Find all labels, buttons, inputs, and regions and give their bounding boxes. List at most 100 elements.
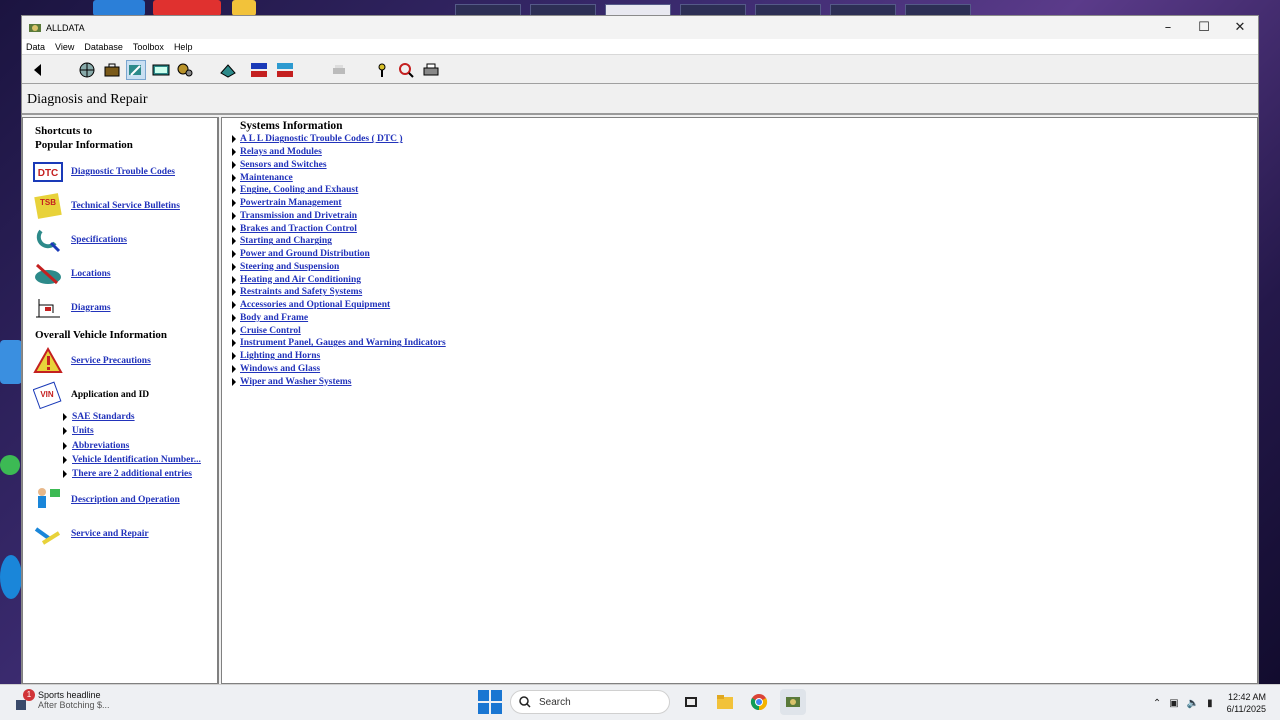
home-button[interactable] bbox=[77, 60, 97, 80]
list-item[interactable]: Relays and Modules bbox=[232, 146, 446, 159]
list-item[interactable]: Lighting and Horns bbox=[232, 350, 446, 363]
system-link[interactable]: Instrument Panel, Gauges and Warning Ind… bbox=[240, 338, 446, 348]
clock[interactable]: 12:42 AM 6/11/2025 bbox=[1227, 691, 1266, 715]
system-link[interactable]: Heating and Air Conditioning bbox=[240, 275, 361, 285]
list-item[interactable]: Starting and Charging bbox=[232, 235, 446, 248]
list-item[interactable]: Heating and Air Conditioning bbox=[232, 273, 446, 286]
print-button-disabled[interactable] bbox=[329, 60, 349, 80]
shortcut-tsb[interactable]: TSB Technical Service Bulletins bbox=[33, 191, 180, 221]
list-item[interactable]: Accessories and Optional Equipment bbox=[232, 299, 446, 312]
file-explorer-button[interactable] bbox=[712, 689, 738, 715]
list-item[interactable]: Powertrain Management bbox=[232, 197, 446, 210]
list-item[interactable]: Body and Frame bbox=[232, 312, 446, 325]
shortcut-locations[interactable]: Locations bbox=[33, 259, 111, 289]
alldata-taskbar-button[interactable] bbox=[780, 689, 806, 715]
system-link[interactable]: Powertrain Management bbox=[240, 198, 342, 208]
tsb-icon bbox=[152, 64, 170, 76]
service-precautions-link[interactable]: Service Precautions bbox=[71, 356, 151, 366]
system-link[interactable]: Starting and Charging bbox=[240, 236, 332, 246]
chrome-button[interactable] bbox=[746, 689, 772, 715]
menu-toolbox[interactable]: Toolbox bbox=[133, 42, 164, 52]
printer-button[interactable] bbox=[421, 60, 441, 80]
additional-entries-link[interactable]: There are 2 additional entries bbox=[72, 469, 192, 479]
maximize-button[interactable]: ☐ bbox=[1186, 16, 1222, 39]
units-link[interactable]: Units bbox=[72, 426, 94, 436]
list-item[interactable]: Engine, Cooling and Exhaust bbox=[232, 184, 446, 197]
system-link[interactable]: Transmission and Drivetrain bbox=[240, 211, 357, 221]
start-button[interactable] bbox=[478, 690, 502, 714]
system-link[interactable]: Body and Frame bbox=[240, 313, 308, 323]
menu-help[interactable]: Help bbox=[174, 42, 193, 52]
list-item[interactable]: Restraints and Safety Systems bbox=[232, 286, 446, 299]
menu-database[interactable]: Database bbox=[84, 42, 123, 52]
shortcut-specifications-link[interactable]: Specifications bbox=[71, 235, 127, 245]
shortcut-dtc-link[interactable]: Diagnostic Trouble Codes bbox=[71, 167, 175, 177]
description-operation-row[interactable]: Description and Operation bbox=[33, 485, 180, 515]
system-link[interactable]: Sensors and Switches bbox=[240, 160, 327, 170]
back-button[interactable] bbox=[28, 60, 48, 80]
battery-icon[interactable]: ▮ bbox=[1207, 698, 1213, 709]
description-operation-link[interactable]: Description and Operation bbox=[71, 495, 180, 505]
units-row[interactable]: Units bbox=[63, 426, 94, 436]
system-link[interactable]: Cruise Control bbox=[240, 326, 301, 336]
diagnosis-repair-button[interactable] bbox=[126, 60, 146, 80]
car-button[interactable] bbox=[275, 60, 295, 80]
shortcut-locations-link[interactable]: Locations bbox=[71, 269, 111, 279]
shortcut-dtc[interactable]: DTC Diagnostic Trouble Codes bbox=[33, 157, 175, 187]
list-item[interactable]: Instrument Panel, Gauges and Warning Ind… bbox=[232, 337, 446, 350]
system-link[interactable]: Engine, Cooling and Exhaust bbox=[240, 185, 358, 195]
vin-row[interactable]: Vehicle Identification Number... bbox=[63, 455, 201, 465]
menu-view[interactable]: View bbox=[55, 42, 74, 52]
new-car-button[interactable] bbox=[249, 60, 269, 80]
abbreviations-link[interactable]: Abbreviations bbox=[72, 441, 129, 451]
list-item[interactable]: Cruise Control bbox=[232, 324, 446, 337]
help-button[interactable] bbox=[372, 60, 392, 80]
chevron-up-icon[interactable]: ⌃ bbox=[1153, 698, 1161, 709]
service-precautions-row[interactable]: Service Precautions bbox=[33, 346, 151, 376]
sae-standards-row[interactable]: SAE Standards bbox=[63, 412, 135, 422]
tsb-button[interactable] bbox=[151, 60, 171, 80]
taskbar-search[interactable]: Search bbox=[510, 690, 670, 714]
search-tool-button[interactable] bbox=[396, 60, 416, 80]
service-repair-link[interactable]: Service and Repair bbox=[71, 529, 149, 539]
list-item[interactable]: Windows and Glass bbox=[232, 363, 446, 376]
vin-link[interactable]: Vehicle Identification Number... bbox=[72, 455, 201, 465]
shortcut-diagrams[interactable]: Diagrams bbox=[33, 293, 111, 323]
system-link[interactable]: Brakes and Traction Control bbox=[240, 224, 357, 234]
list-item[interactable]: Sensors and Switches bbox=[232, 159, 446, 172]
system-link[interactable]: Steering and Suspension bbox=[240, 262, 339, 272]
list-item[interactable]: Wiper and Washer Systems bbox=[232, 375, 446, 388]
close-button[interactable]: ✕ bbox=[1222, 16, 1258, 39]
monitor-icon[interactable]: ▣ bbox=[1169, 698, 1178, 709]
system-link[interactable]: Maintenance bbox=[240, 173, 293, 183]
system-link[interactable]: Wiper and Washer Systems bbox=[240, 377, 351, 387]
abbreviations-row[interactable]: Abbreviations bbox=[63, 441, 129, 451]
system-link[interactable]: Restraints and Safety Systems bbox=[240, 287, 362, 297]
additional-entries-row[interactable]: There are 2 additional entries bbox=[63, 469, 192, 479]
list-item[interactable]: A L L Diagnostic Trouble Codes ( DTC ) bbox=[232, 133, 446, 146]
list-item[interactable]: Steering and Suspension bbox=[232, 261, 446, 274]
system-link[interactable]: Lighting and Horns bbox=[240, 351, 320, 361]
task-view-button[interactable] bbox=[678, 689, 704, 715]
list-item[interactable]: Brakes and Traction Control bbox=[232, 222, 446, 235]
system-link[interactable]: Accessories and Optional Equipment bbox=[240, 300, 390, 310]
system-link[interactable]: Relays and Modules bbox=[240, 147, 322, 157]
vehicle-button[interactable] bbox=[102, 60, 122, 80]
minimize-button[interactable]: – bbox=[1150, 16, 1186, 39]
list-item[interactable]: Maintenance bbox=[232, 171, 446, 184]
list-item[interactable]: Transmission and Drivetrain bbox=[232, 210, 446, 223]
shortcut-tsb-link[interactable]: Technical Service Bulletins bbox=[71, 201, 180, 211]
speaker-icon[interactable]: 🔈 bbox=[1187, 698, 1199, 709]
service-repair-row[interactable]: Service and Repair bbox=[33, 519, 149, 549]
system-link[interactable]: Windows and Glass bbox=[240, 364, 320, 374]
notes-button[interactable] bbox=[218, 60, 238, 80]
menu-data[interactable]: Data bbox=[26, 42, 45, 52]
shortcut-diagrams-link[interactable]: Diagrams bbox=[71, 303, 111, 313]
estimator-button[interactable] bbox=[175, 60, 195, 80]
shortcut-specifications[interactable]: Specifications bbox=[33, 225, 127, 255]
sae-standards-link[interactable]: SAE Standards bbox=[72, 412, 135, 422]
system-link[interactable]: A L L Diagnostic Trouble Codes ( DTC ) bbox=[240, 134, 403, 144]
list-item[interactable]: Power and Ground Distribution bbox=[232, 248, 446, 261]
news-widget[interactable]: 1 Sports headline After Botching $... bbox=[14, 689, 110, 712]
system-link[interactable]: Power and Ground Distribution bbox=[240, 249, 370, 259]
